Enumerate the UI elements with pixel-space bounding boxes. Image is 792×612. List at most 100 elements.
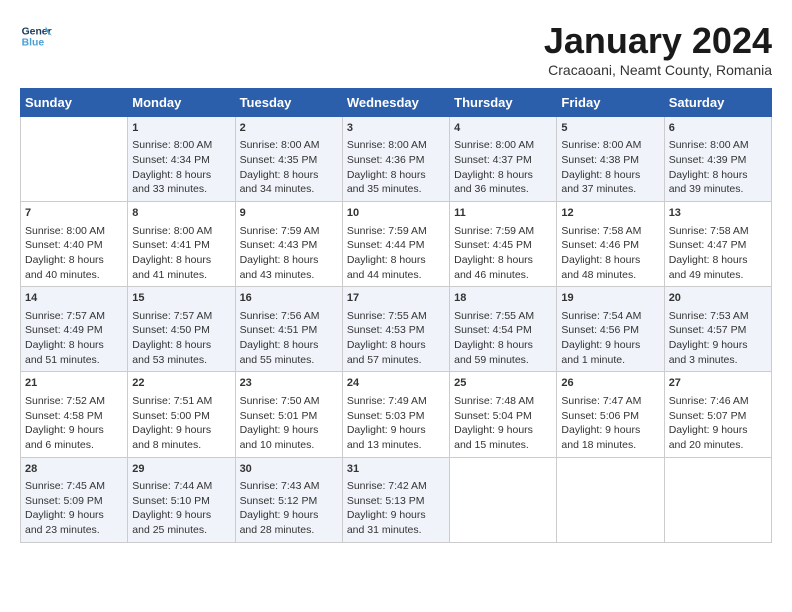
cell-text: and 18 minutes. [561, 438, 659, 453]
cell-text: and 13 minutes. [347, 438, 445, 453]
cell-text: Sunset: 4:38 PM [561, 153, 659, 168]
logo: General Blue [20, 20, 52, 52]
cell-text: Daylight: 9 hours [25, 508, 123, 523]
week-row-2: 7Sunrise: 8:00 AMSunset: 4:40 PMDaylight… [21, 202, 772, 287]
cell-text: and 51 minutes. [25, 353, 123, 368]
cell-text: Daylight: 9 hours [347, 423, 445, 438]
calendar-cell: 18Sunrise: 7:55 AMSunset: 4:54 PMDayligh… [450, 287, 557, 372]
month-title: January 2024 [544, 20, 772, 62]
calendar-cell: 8Sunrise: 8:00 AMSunset: 4:41 PMDaylight… [128, 202, 235, 287]
cell-text: and 49 minutes. [669, 268, 767, 283]
day-number: 6 [669, 121, 767, 136]
calendar-cell: 1Sunrise: 8:00 AMSunset: 4:34 PMDaylight… [128, 117, 235, 202]
cell-text: Sunset: 4:56 PM [561, 323, 659, 338]
cell-text: Sunrise: 7:50 AM [240, 394, 338, 409]
day-number: 5 [561, 121, 659, 136]
cell-text: Sunrise: 7:53 AM [669, 309, 767, 324]
calendar-cell: 20Sunrise: 7:53 AMSunset: 4:57 PMDayligh… [664, 287, 771, 372]
cell-text: Daylight: 8 hours [240, 168, 338, 183]
cell-text: Sunset: 4:45 PM [454, 238, 552, 253]
cell-text: Daylight: 8 hours [454, 168, 552, 183]
cell-text: and 41 minutes. [132, 268, 230, 283]
cell-text: Sunset: 5:13 PM [347, 494, 445, 509]
cell-text: Daylight: 9 hours [454, 423, 552, 438]
cell-text: Sunset: 4:54 PM [454, 323, 552, 338]
page-header: General Blue January 2024 Cracaoani, Nea… [20, 20, 772, 78]
cell-text: and 15 minutes. [454, 438, 552, 453]
cell-text: Sunset: 5:01 PM [240, 409, 338, 424]
logo-icon: General Blue [20, 20, 52, 52]
calendar-cell: 25Sunrise: 7:48 AMSunset: 5:04 PMDayligh… [450, 372, 557, 457]
calendar-cell [664, 457, 771, 542]
cell-text: Sunrise: 7:56 AM [240, 309, 338, 324]
cell-text: Sunset: 4:35 PM [240, 153, 338, 168]
cell-text: Sunset: 4:40 PM [25, 238, 123, 253]
day-number: 8 [132, 206, 230, 221]
calendar-cell: 7Sunrise: 8:00 AMSunset: 4:40 PMDaylight… [21, 202, 128, 287]
cell-text: Daylight: 9 hours [132, 508, 230, 523]
cell-text: Sunrise: 7:52 AM [25, 394, 123, 409]
calendar-cell [557, 457, 664, 542]
day-number: 14 [25, 291, 123, 306]
calendar-cell: 26Sunrise: 7:47 AMSunset: 5:06 PMDayligh… [557, 372, 664, 457]
cell-text: Sunset: 5:12 PM [240, 494, 338, 509]
calendar-cell: 22Sunrise: 7:51 AMSunset: 5:00 PMDayligh… [128, 372, 235, 457]
cell-text: Sunset: 5:03 PM [347, 409, 445, 424]
cell-text: Sunset: 5:04 PM [454, 409, 552, 424]
cell-text: and 34 minutes. [240, 182, 338, 197]
cell-text: Daylight: 8 hours [240, 253, 338, 268]
day-header-tuesday: Tuesday [235, 89, 342, 117]
day-number: 20 [669, 291, 767, 306]
cell-text: and 31 minutes. [347, 523, 445, 538]
week-row-5: 28Sunrise: 7:45 AMSunset: 5:09 PMDayligh… [21, 457, 772, 542]
location-subtitle: Cracaoani, Neamt County, Romania [544, 62, 772, 78]
cell-text: Daylight: 8 hours [347, 253, 445, 268]
cell-text: Daylight: 8 hours [240, 338, 338, 353]
cell-text: and 44 minutes. [347, 268, 445, 283]
cell-text: Sunrise: 7:43 AM [240, 479, 338, 494]
cell-text: and 46 minutes. [454, 268, 552, 283]
cell-text: Sunset: 4:43 PM [240, 238, 338, 253]
cell-text: Daylight: 9 hours [240, 508, 338, 523]
week-row-4: 21Sunrise: 7:52 AMSunset: 4:58 PMDayligh… [21, 372, 772, 457]
cell-text: Sunset: 4:41 PM [132, 238, 230, 253]
calendar-cell: 13Sunrise: 7:58 AMSunset: 4:47 PMDayligh… [664, 202, 771, 287]
cell-text: Daylight: 8 hours [669, 253, 767, 268]
calendar-cell: 24Sunrise: 7:49 AMSunset: 5:03 PMDayligh… [342, 372, 449, 457]
day-header-sunday: Sunday [21, 89, 128, 117]
day-number: 17 [347, 291, 445, 306]
cell-text: Sunrise: 7:55 AM [454, 309, 552, 324]
cell-text: Sunrise: 8:00 AM [132, 138, 230, 153]
day-number: 15 [132, 291, 230, 306]
day-number: 31 [347, 462, 445, 477]
cell-text: Sunrise: 7:55 AM [347, 309, 445, 324]
day-headers-row: SundayMondayTuesdayWednesdayThursdayFrid… [21, 89, 772, 117]
day-number: 24 [347, 376, 445, 391]
cell-text: Sunset: 4:50 PM [132, 323, 230, 338]
calendar-cell: 28Sunrise: 7:45 AMSunset: 5:09 PMDayligh… [21, 457, 128, 542]
cell-text: Daylight: 9 hours [132, 423, 230, 438]
day-number: 9 [240, 206, 338, 221]
day-number: 28 [25, 462, 123, 477]
cell-text: and 57 minutes. [347, 353, 445, 368]
cell-text: Daylight: 8 hours [25, 253, 123, 268]
day-header-saturday: Saturday [664, 89, 771, 117]
cell-text: Sunrise: 7:58 AM [561, 224, 659, 239]
cell-text: Sunrise: 7:59 AM [347, 224, 445, 239]
cell-text: Sunrise: 7:59 AM [454, 224, 552, 239]
cell-text: Daylight: 9 hours [561, 338, 659, 353]
svg-text:Blue: Blue [22, 38, 45, 49]
week-row-1: 1Sunrise: 8:00 AMSunset: 4:34 PMDaylight… [21, 117, 772, 202]
calendar-cell: 9Sunrise: 7:59 AMSunset: 4:43 PMDaylight… [235, 202, 342, 287]
cell-text: and 53 minutes. [132, 353, 230, 368]
day-number: 16 [240, 291, 338, 306]
day-number: 27 [669, 376, 767, 391]
cell-text: and 35 minutes. [347, 182, 445, 197]
cell-text: Sunrise: 7:57 AM [25, 309, 123, 324]
calendar-table: SundayMondayTuesdayWednesdayThursdayFrid… [20, 88, 772, 543]
cell-text: Daylight: 8 hours [561, 168, 659, 183]
calendar-cell: 19Sunrise: 7:54 AMSunset: 4:56 PMDayligh… [557, 287, 664, 372]
cell-text: Sunrise: 7:42 AM [347, 479, 445, 494]
day-number: 7 [25, 206, 123, 221]
cell-text: Daylight: 8 hours [25, 338, 123, 353]
